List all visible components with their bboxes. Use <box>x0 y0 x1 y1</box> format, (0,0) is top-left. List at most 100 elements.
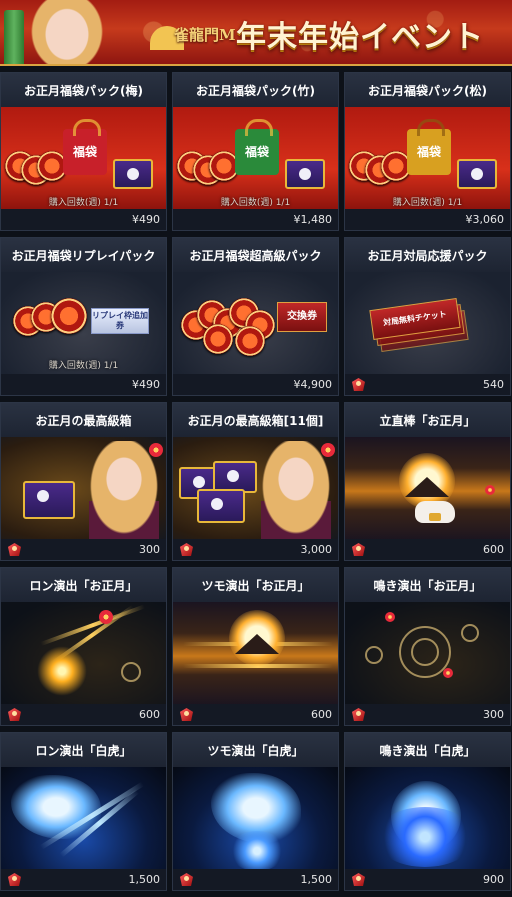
item-footer: 3,000 <box>173 539 338 560</box>
item-footer: ¥3,060 <box>345 209 510 230</box>
item-price: 600 <box>139 708 160 721</box>
shop-item-card[interactable]: ロン演出「白虎」 1,500 <box>0 732 167 891</box>
item-image: 福袋 購入回数(週) 1/1 <box>1 107 166 211</box>
shop-item-card[interactable]: お正月福袋リプレイパック リプレイ枠追加券 購入回数(週) 1/1 ¥490 <box>0 237 167 396</box>
flower-decoration <box>443 668 453 678</box>
shop-item-card[interactable]: お正月対局応援パック 対局無料チケット 540 <box>344 237 511 396</box>
lucky-cat-icon <box>415 501 455 523</box>
red-gem-icon <box>180 873 193 886</box>
lucky-bag-icon: 福袋 <box>63 119 107 175</box>
shop-item-card[interactable]: お正月福袋パック(松) 福袋 購入回数(週) 1/1 ¥3,060 <box>344 72 511 231</box>
item-price: 1,500 <box>300 873 333 886</box>
item-image <box>345 437 510 541</box>
purchase-limit: 購入回数(週) 1/1 <box>48 198 119 208</box>
game-logo: 雀龍門M <box>174 26 236 44</box>
item-price: ¥1,480 <box>293 213 333 226</box>
red-gem-icon <box>352 543 365 556</box>
chest-icon <box>457 159 497 189</box>
event-title: 年末年始イベント <box>236 20 484 55</box>
event-banner[interactable]: 雀龍門M 年末年始イベント <box>0 0 512 66</box>
plum-ring-decoration <box>461 624 479 642</box>
item-footer: 600 <box>173 704 338 725</box>
item-footer: 300 <box>1 539 166 560</box>
lucky-bag-icon: 福袋 <box>235 119 279 175</box>
shop-item-card[interactable]: お正月福袋パック(梅) 福袋 購入回数(週) 1/1 ¥490 <box>0 72 167 231</box>
item-price: 1,500 <box>128 873 161 886</box>
plum-ring-decoration <box>411 638 439 666</box>
item-title: お正月の最高級箱 <box>1 403 166 437</box>
item-image <box>1 602 166 706</box>
character-image <box>89 441 159 541</box>
plum-ring-decoration <box>365 646 383 664</box>
chest-icon <box>23 481 75 519</box>
red-gem-icon <box>8 708 21 721</box>
shop-item-card[interactable]: お正月の最高級箱 300 <box>0 402 167 561</box>
item-footer: ¥490 <box>1 209 166 230</box>
item-image <box>173 602 338 706</box>
item-price: 300 <box>139 543 160 556</box>
flower-decoration <box>385 612 395 622</box>
item-title: ロン演出「お正月」 <box>1 568 166 602</box>
item-price: 600 <box>483 543 504 556</box>
lucky-bag-icon: 福袋 <box>407 119 451 175</box>
flower-decoration <box>149 443 163 457</box>
item-title: お正月福袋パック(竹) <box>173 73 338 107</box>
shop-item-card[interactable]: 立直棒「お正月」 600 <box>344 402 511 561</box>
item-price: 900 <box>483 873 504 886</box>
kadomatsu-decoration <box>4 10 24 64</box>
item-footer: ¥4,900 <box>173 374 338 395</box>
item-footer: 600 <box>1 704 166 725</box>
item-footer: 300 <box>345 704 510 725</box>
item-footer: 1,500 <box>1 869 166 890</box>
item-image: 交換券 <box>173 272 338 376</box>
item-price: 300 <box>483 708 504 721</box>
shop-item-card[interactable]: お正月福袋超高級パック 交換券 ¥4,900 <box>172 237 339 396</box>
chest-icon <box>197 489 245 523</box>
bag-label: 福袋 <box>72 144 97 159</box>
item-title: 鳴き演出「白虎」 <box>345 733 510 767</box>
shop-item-card[interactable]: お正月の最高級箱[11個] 3,000 <box>172 402 339 561</box>
burst-effect <box>229 831 285 871</box>
purchase-limit: 購入回数(週) 1/1 <box>220 198 291 208</box>
banner-character-image <box>28 0 106 64</box>
shop-item-card[interactable]: お正月福袋パック(竹) 福袋 購入回数(週) 1/1 ¥1,480 <box>172 72 339 231</box>
red-gem-icon <box>180 543 193 556</box>
purchase-limit: 購入回数(週) 1/1 <box>392 198 463 208</box>
item-image <box>173 767 338 871</box>
bag-label: 福袋 <box>244 144 269 159</box>
item-title: ロン演出「白虎」 <box>1 733 166 767</box>
item-title: ツモ演出「白虎」 <box>173 733 338 767</box>
mountain-image <box>405 477 449 497</box>
coin-icon <box>235 326 265 356</box>
exchange-ticket-icon: 交換券 <box>277 302 327 332</box>
item-title: 鳴き演出「お正月」 <box>345 568 510 602</box>
red-gem-icon <box>8 873 21 886</box>
shop-item-card[interactable]: ロン演出「お正月」 600 <box>0 567 167 726</box>
item-title: ツモ演出「お正月」 <box>173 568 338 602</box>
item-price: ¥490 <box>132 213 160 226</box>
item-footer: 900 <box>345 869 510 890</box>
shop-item-card[interactable]: ツモ演出「白虎」 1,500 <box>172 732 339 891</box>
item-image <box>173 437 338 541</box>
item-title: お正月の最高級箱[11個] <box>173 403 338 437</box>
replay-ticket-icon: リプレイ枠追加券 <box>91 308 149 334</box>
character-image <box>261 441 331 541</box>
purchase-limit: 購入回数(週) 1/1 <box>48 361 119 371</box>
shop-item-card[interactable]: 鳴き演出「お正月」 300 <box>344 567 511 726</box>
item-footer: 540 <box>345 374 510 395</box>
coin-icon <box>51 298 87 334</box>
item-image: 福袋 購入回数(週) 1/1 <box>345 107 510 211</box>
item-title: 立直棒「お正月」 <box>345 403 510 437</box>
item-price: 3,000 <box>300 543 333 556</box>
item-image: リプレイ枠追加券 購入回数(週) 1/1 <box>1 272 166 376</box>
item-title: お正月福袋パック(梅) <box>1 73 166 107</box>
item-footer: 600 <box>345 539 510 560</box>
mountain-image <box>235 634 279 654</box>
shop-item-card[interactable]: 鳴き演出「白虎」 900 <box>344 732 511 891</box>
flower-decoration <box>485 485 495 495</box>
item-footer: ¥1,480 <box>173 209 338 230</box>
shop-item-card[interactable]: ツモ演出「お正月」 600 <box>172 567 339 726</box>
item-image <box>345 767 510 871</box>
item-title: お正月福袋リプレイパック <box>1 238 166 272</box>
coin-icon <box>203 324 233 354</box>
